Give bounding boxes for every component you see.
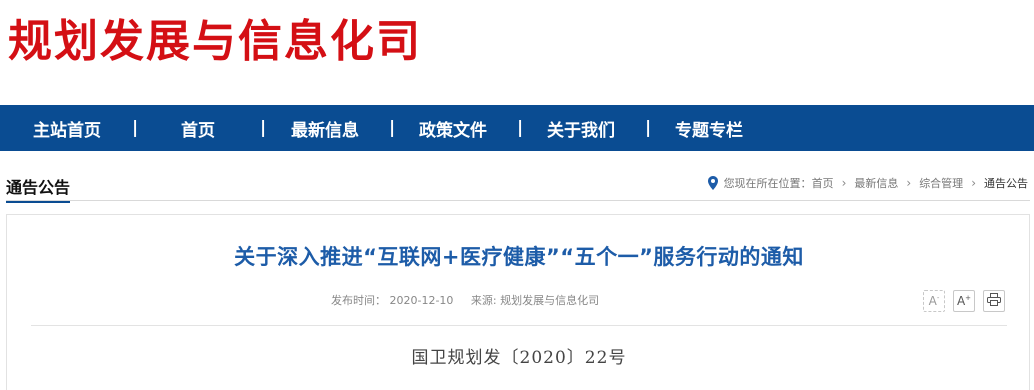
document-number: 国卫规划发〔2020〕22号 [411, 348, 627, 368]
article-divider [31, 325, 1007, 326]
nav-item-about[interactable]: 关于我们 [547, 105, 615, 151]
breadcrumb-current: 通告公告 [984, 177, 1028, 190]
section-divider [6, 200, 1030, 201]
site-title: 规划发展与信息化司 [8, 16, 422, 67]
font-increase-icon: A+ [956, 294, 972, 308]
nav-item-home[interactable]: 首页 [181, 105, 215, 151]
nav-item-main-site[interactable]: 主站首页 [33, 105, 101, 151]
nav-link-topics[interactable]: 专题专栏 [675, 116, 743, 141]
print-button[interactable] [983, 290, 1005, 312]
font-increase-button[interactable]: A+ [953, 290, 975, 312]
main-nav: 主站首页 | 首页 | 最新信息 | 政策文件 | 关于我们 | 专题专栏 [0, 105, 1034, 151]
publish-label: 发布时间： [331, 294, 386, 307]
chevron-right-icon: › [841, 176, 847, 190]
nav-separator: | [260, 118, 267, 138]
breadcrumb-latest[interactable]: 最新信息 [854, 175, 898, 191]
location-pin-icon [707, 176, 718, 190]
nav-link-main-site[interactable]: 主站首页 [33, 116, 101, 141]
nav-separator: | [517, 118, 524, 138]
nav-item-topics[interactable]: 专题专栏 [675, 105, 743, 151]
print-icon [987, 293, 1001, 309]
nav-link-about[interactable]: 关于我们 [547, 116, 615, 141]
nav-link-latest[interactable]: 最新信息 [291, 116, 359, 141]
source-value: 规划发展与信息化司 [500, 294, 600, 307]
font-decrease-button[interactable]: A- [923, 290, 945, 312]
nav-separator: | [645, 118, 652, 138]
breadcrumb-home[interactable]: 首页 [812, 175, 834, 191]
nav-link-policy[interactable]: 政策文件 [419, 116, 487, 141]
section-title: 通告公告 [6, 174, 71, 203]
article-title: 关于深入推进“互联网+医疗健康”“五个一”服务行动的通知 [234, 245, 804, 269]
breadcrumb-prefix: 您现在所在位置： [723, 177, 812, 190]
nav-separator: | [389, 118, 396, 138]
nav-separator: | [132, 118, 139, 138]
article-meta: 发布时间： 2020-12-10 来源: 规划发展与信息化司 [331, 292, 599, 308]
nav-item-latest[interactable]: 最新信息 [291, 105, 359, 151]
article-container: 关于深入推进“互联网+医疗健康”“五个一”服务行动的通知 发布时间： 2020-… [6, 214, 1030, 390]
publish-date: 2020-12-10 [389, 294, 454, 307]
chevron-right-icon: › [971, 176, 976, 190]
chevron-right-icon: › [906, 176, 912, 190]
nav-item-policy[interactable]: 政策文件 [419, 105, 487, 151]
nav-link-home[interactable]: 首页 [181, 116, 215, 141]
breadcrumb-general[interactable]: 综合管理 [919, 175, 963, 191]
source-label: 来源: [470, 294, 501, 307]
article-tools: A- A+ [923, 290, 1005, 312]
font-decrease-icon: A- [928, 294, 940, 308]
breadcrumb: 您现在所在位置： 首页 › 最新信息 › 综合管理 › 通告公告 [707, 174, 1028, 192]
